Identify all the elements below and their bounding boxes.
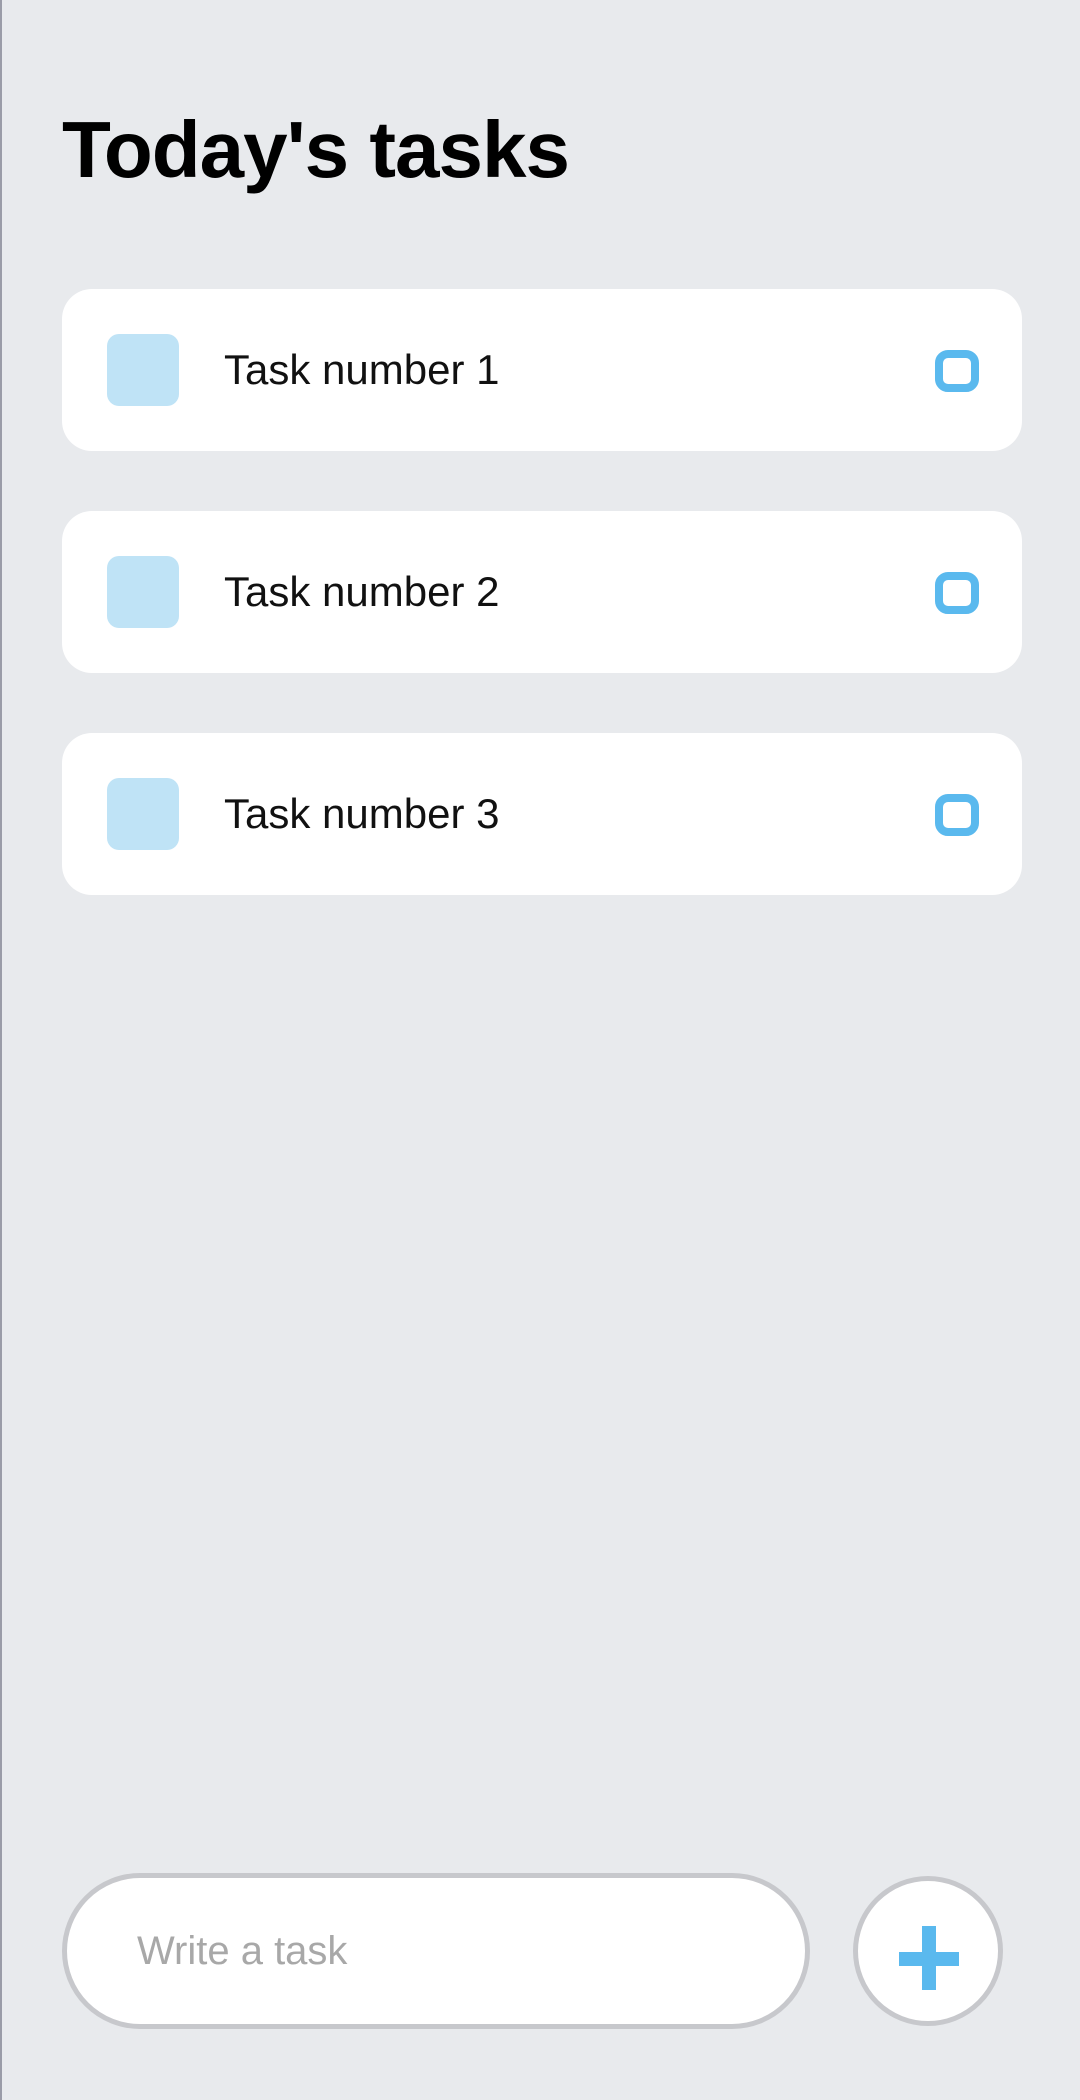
task-label: Task number 2 (224, 568, 500, 615)
task-square-icon[interactable] (107, 778, 179, 850)
task-square-icon[interactable] (107, 334, 179, 406)
task-list: Task number 1 Task number 2 Task number … (62, 289, 1022, 955)
task-input[interactable] (62, 1873, 810, 2029)
add-task-button[interactable] (853, 1876, 1003, 2026)
circle-icon (935, 794, 979, 836)
circle-icon (935, 572, 979, 614)
task-label: Task number 1 (224, 346, 500, 393)
task-item[interactable]: Task number 3 (62, 733, 1022, 895)
task-item[interactable]: Task number 1 (62, 289, 1022, 451)
task-label: Task number 3 (224, 790, 500, 837)
page-title: Today's tasks (62, 105, 570, 194)
task-item[interactable]: Task number 2 (62, 511, 1022, 673)
app-screen: Today's tasks Task number 1 Task number … (62, 0, 1022, 2100)
plus-icon (899, 1926, 959, 1990)
circle-icon (935, 350, 979, 392)
task-square-icon[interactable] (107, 556, 179, 628)
